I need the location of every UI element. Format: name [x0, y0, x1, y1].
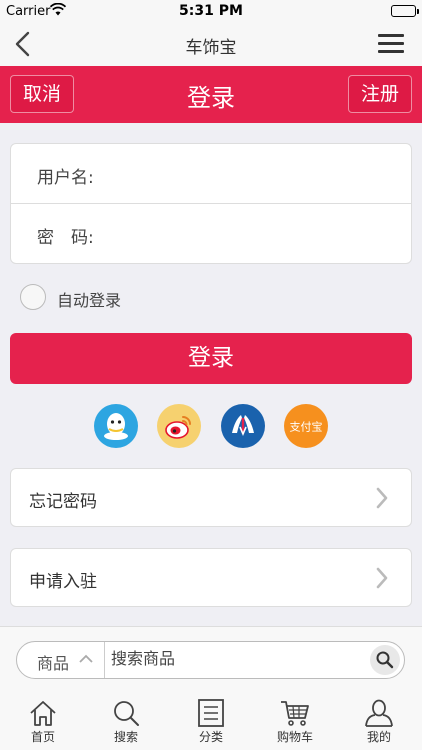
tab-cart[interactable]: 购物车	[265, 699, 325, 749]
battery-icon	[391, 5, 419, 17]
search-button[interactable]	[370, 645, 400, 675]
login-button[interactable]: 登录	[10, 333, 412, 384]
chevron-right-icon	[376, 567, 388, 589]
username-field[interactable]	[119, 158, 389, 190]
apply-entry-label: 申请入驻	[29, 572, 97, 592]
menu-button[interactable]	[378, 34, 404, 54]
tab-home[interactable]: 首页	[13, 699, 73, 749]
tab-category-label: 分类	[198, 730, 223, 744]
status-bar: Carrier 5:31 PM	[0, 0, 422, 22]
nav-bar: 车饰宝	[0, 22, 422, 66]
username-row: 用户名:	[11, 144, 411, 204]
tab-home-label: 首页	[30, 730, 55, 744]
tab-category[interactable]: 分类	[181, 699, 241, 749]
back-button[interactable]	[10, 28, 40, 60]
tab-search-label: 搜索	[113, 730, 138, 744]
password-label: 密 码:	[37, 228, 94, 248]
weibo-login-button[interactable]	[157, 404, 201, 448]
chevron-up-icon	[79, 654, 93, 663]
auto-login-radio[interactable]	[20, 284, 46, 310]
alipay-icon: 支付宝	[290, 420, 323, 434]
status-time: 5:31 PM	[179, 3, 243, 19]
search-icon	[114, 701, 139, 726]
login-header: 取消 登录 注册	[0, 66, 422, 123]
user-icon	[365, 699, 393, 727]
qq-login-button[interactable]	[94, 404, 138, 448]
forgot-password-link[interactable]: 忘记密码	[10, 468, 412, 527]
auto-login-label: 自动登录	[57, 291, 122, 310]
renren-icon	[232, 415, 254, 437]
search-category-select[interactable]: 商品	[17, 642, 105, 678]
search-icon	[376, 651, 394, 669]
home-icon	[30, 701, 56, 726]
search-category-label: 商品	[37, 654, 70, 673]
weibo-icon	[165, 416, 191, 439]
register-button[interactable]: 注册	[347, 75, 412, 113]
forgot-password-label: 忘记密码	[29, 492, 97, 512]
chevron-left-icon	[15, 31, 30, 57]
alipay-logo-text: 支付宝	[290, 420, 323, 434]
username-label: 用户名:	[37, 168, 94, 188]
tab-mine-label: 我的	[366, 730, 391, 744]
tab-search[interactable]: 搜索	[96, 699, 156, 749]
nav-title: 车饰宝	[185, 38, 237, 58]
tab-cart-label: 购物车	[276, 730, 313, 744]
cart-icon	[281, 701, 309, 726]
menu-icon	[378, 34, 404, 37]
renren-login-button[interactable]	[221, 404, 265, 448]
bottom-area: 商品 首页 搜索 分类	[0, 626, 422, 750]
login-form: 用户名: 密 码:	[10, 143, 412, 264]
qq-icon	[104, 413, 128, 440]
alipay-login-button[interactable]: 支付宝	[284, 404, 328, 448]
cancel-button[interactable]: 取消	[10, 75, 75, 113]
password-field[interactable]	[119, 218, 389, 250]
apply-entry-link[interactable]: 申请入驻	[10, 548, 412, 607]
search-bar: 商品	[16, 641, 405, 679]
password-row: 密 码:	[11, 204, 411, 264]
chevron-right-icon	[376, 487, 388, 509]
tab-mine[interactable]: 我的	[349, 699, 409, 749]
search-input[interactable]	[111, 646, 361, 674]
list-icon	[198, 699, 224, 727]
